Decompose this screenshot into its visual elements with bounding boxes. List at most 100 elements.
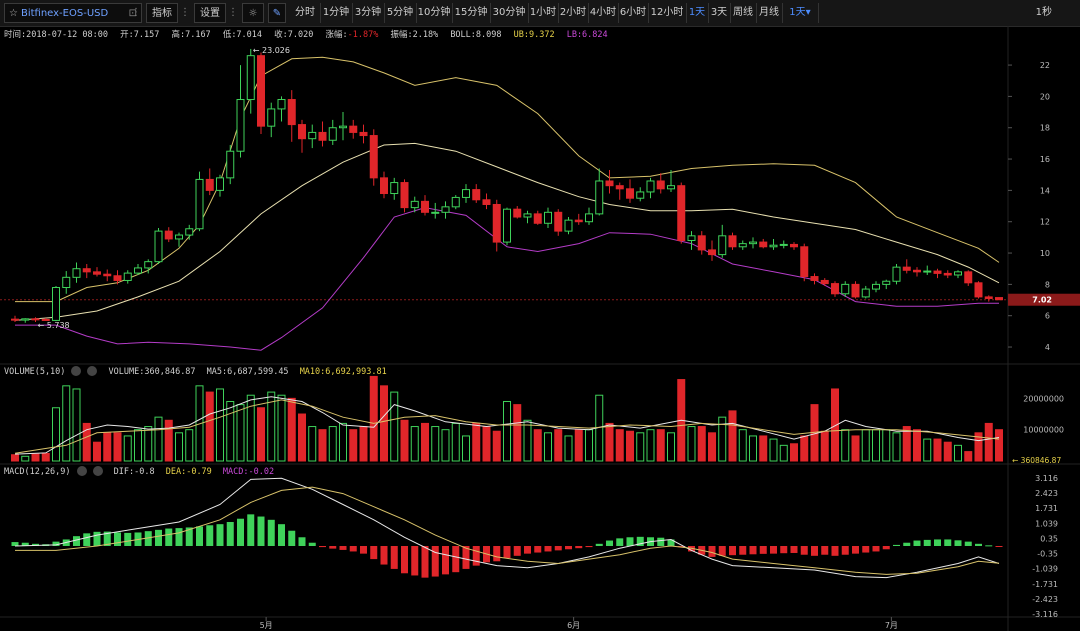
- star-icon[interactable]: ☆: [9, 8, 18, 19]
- macd-histogram-bar: [718, 546, 726, 556]
- macd-histogram-bar: [32, 543, 39, 546]
- candle-body: [318, 131, 327, 141]
- candle-body: [728, 235, 737, 248]
- macd-histogram-bar: [821, 546, 829, 555]
- volume-bar: [380, 385, 388, 462]
- macd-histogram-bar: [739, 546, 747, 555]
- indicators-button[interactable]: 指标: [146, 3, 178, 23]
- interval-tab-5[interactable]: 15分钟: [452, 3, 491, 23]
- interval-tab-0[interactable]: 分时: [290, 3, 321, 23]
- pencil-icon[interactable]: ✎: [268, 3, 286, 23]
- info-time: 时间:2018-07-12 08:00: [4, 30, 108, 40]
- chart-annotations: ← 23.026 ← 5.738 7.02 ← 360846.87: [38, 46, 1080, 465]
- candle-body: [144, 261, 153, 269]
- candle-body: [974, 282, 983, 298]
- volume-bar: [298, 413, 306, 462]
- candle-body: [964, 271, 973, 284]
- candle-body: [431, 211, 440, 214]
- macd-histogram-bar: [554, 546, 562, 551]
- volume-bar: [431, 426, 440, 462]
- volume-bar: [359, 426, 368, 462]
- candle-body: [390, 182, 399, 195]
- macd-histogram-bar: [616, 538, 624, 546]
- refresh-rate[interactable]: 1秒: [1036, 3, 1052, 23]
- interval-tab-14[interactable]: 周线: [730, 3, 757, 23]
- macd-axis-label: -1.039: [1032, 565, 1058, 574]
- interval-tab-6[interactable]: 30分钟: [490, 3, 529, 23]
- macd-histogram-bar: [216, 524, 224, 546]
- settings-button[interactable]: 设置: [194, 3, 226, 23]
- volume-bar: [164, 419, 173, 462]
- interval-tab-12[interactable]: 1天: [686, 3, 709, 23]
- macd-histogram-bar: [780, 546, 788, 554]
- candle-body: [246, 55, 255, 101]
- volume-bar: [800, 435, 809, 462]
- candle-body: [257, 55, 265, 127]
- settings-icon[interactable]: [76, 466, 87, 476]
- macd-histogram-bar: [329, 546, 337, 549]
- price-axis-label: 6: [1045, 312, 1050, 321]
- menu-dots-icon[interactable]: ⋮: [131, 3, 141, 23]
- volume-ma10: MA10:6,692,993.81: [299, 366, 387, 377]
- candle-body: [421, 200, 429, 213]
- interval-tab-2[interactable]: 3分钟: [352, 3, 385, 23]
- volume-bar: [216, 388, 224, 462]
- macd-histogram-bar: [360, 546, 367, 554]
- candle-body: [820, 279, 829, 285]
- interval-tab-16[interactable]: 1天▾: [782, 3, 819, 23]
- candle-body: [154, 230, 163, 263]
- candle-body: [205, 178, 214, 191]
- macd-histogram-bar: [21, 542, 29, 546]
- candle-body: [523, 213, 532, 218]
- macd-histogram-bar: [298, 537, 306, 546]
- menu-dots-icon[interactable]: ⋮: [228, 3, 238, 23]
- chart-axes: 22 20 18 16 14 12 10 8 6 4 20000000 10000000 3.116 2.…: [260, 61, 1064, 630]
- macd-histogram-bar: [267, 519, 275, 546]
- interval-tab-10[interactable]: 6小时: [618, 3, 649, 23]
- volume-bar: [564, 435, 573, 462]
- interval-tab-4[interactable]: 10分钟: [416, 3, 453, 23]
- candle-body: [441, 206, 450, 213]
- info-close: 收:7.020: [274, 30, 314, 40]
- interval-tab-7[interactable]: 1小时: [528, 3, 559, 23]
- volume-bar: [841, 429, 850, 462]
- volume-bar: [21, 455, 30, 462]
- macd-histogram-bar: [206, 525, 214, 546]
- candle-body: [738, 243, 747, 248]
- volume-bar: [451, 422, 460, 462]
- sun-icon[interactable]: ☼: [242, 3, 264, 23]
- volume-bar: [605, 422, 614, 462]
- candle-body: [308, 131, 317, 140]
- interval-tab-11[interactable]: 12小时: [648, 3, 687, 23]
- macd-axis-label: -2.423: [1032, 595, 1058, 604]
- volume-bar: [708, 432, 716, 462]
- macd-histogram-bar: [903, 542, 911, 546]
- interval-tab-1[interactable]: 1分钟: [320, 3, 353, 23]
- macd-histogram-bar: [73, 536, 80, 546]
- candle-body: [995, 297, 1003, 301]
- interval-tab-9[interactable]: 4小时: [588, 3, 619, 23]
- macd-histogram-bar: [472, 546, 480, 566]
- volume-series: [11, 375, 1003, 462]
- interval-tab-8[interactable]: 2小时: [558, 3, 589, 23]
- candle-body: [759, 241, 768, 248]
- settings-icon[interactable]: [71, 366, 82, 376]
- macd-histogram-bar: [421, 546, 429, 578]
- x-axis-label: 5月: [260, 621, 273, 630]
- volume-value: VOLUME:360,846.87: [108, 366, 196, 377]
- lower-band-line: [15, 207, 999, 351]
- menu-dots-icon[interactable]: ⋮: [180, 3, 190, 23]
- volume-bar: [718, 416, 727, 462]
- volume-bar: [902, 426, 911, 462]
- candle-body: [31, 318, 40, 321]
- candle-body: [400, 182, 409, 209]
- interval-tab-3[interactable]: 5分钟: [384, 3, 417, 23]
- close-icon[interactable]: [87, 366, 98, 376]
- macd-value: MACD:-0.02: [222, 466, 275, 477]
- close-icon[interactable]: [92, 466, 103, 476]
- interval-tab-15[interactable]: 月线: [756, 3, 783, 23]
- low-marker: ← 5.738: [38, 321, 70, 330]
- interval-tab-13[interactable]: 3天: [708, 3, 731, 23]
- symbol-selector[interactable]: ☆ Bitfinex-EOS-USD ⊡: [4, 3, 142, 23]
- candle-body: [841, 283, 850, 295]
